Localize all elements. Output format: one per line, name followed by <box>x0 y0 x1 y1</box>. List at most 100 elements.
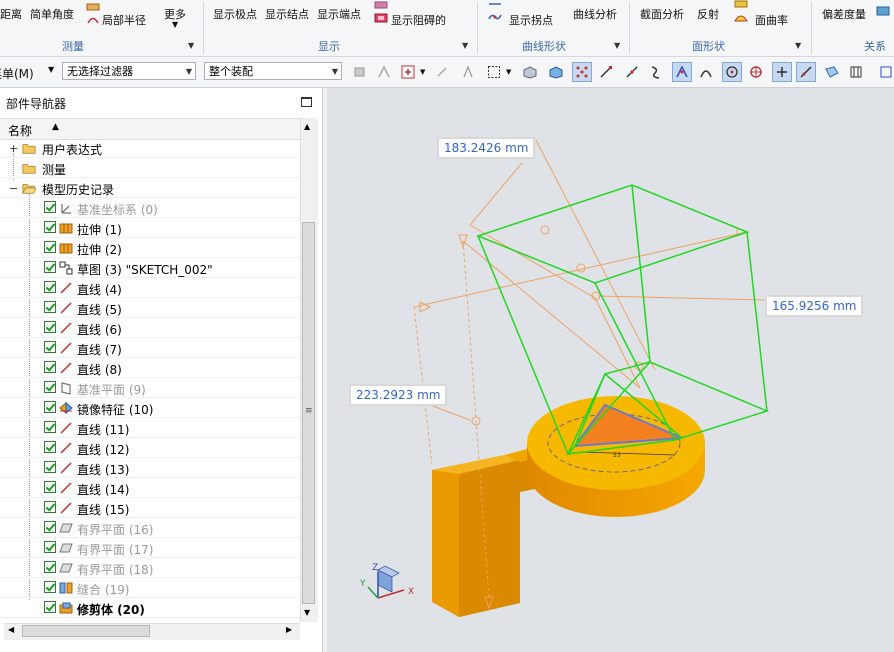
show-blocked-button[interactable]: 显示阻碍的 <box>391 12 446 28</box>
visibility-checkbox[interactable] <box>44 321 56 333</box>
dimension-label-height[interactable]: 223.2923 mm <box>349 384 448 406</box>
arc-center-icon[interactable] <box>696 62 716 82</box>
point-on-face-icon[interactable] <box>822 62 842 82</box>
visibility-checkbox[interactable] <box>44 341 56 353</box>
feature-row-sew-19[interactable]: 缝合 (19) <box>0 578 300 598</box>
select-filter-icon[interactable] <box>398 62 418 82</box>
feature-row-datum-csys[interactable]: 基准坐标系 (0) <box>0 198 300 218</box>
snap-component-icon[interactable] <box>350 62 370 82</box>
visibility-checkbox[interactable] <box>44 221 56 233</box>
select-all-icon[interactable] <box>458 62 478 82</box>
feature-row-bounded-plane-18[interactable]: 有界平面 (18) <box>0 558 300 578</box>
feature-row-line-4[interactable]: 直线 (4) <box>0 278 300 298</box>
model-canvas[interactable]: 53 Z X Y <box>327 88 894 652</box>
feature-row-line-12[interactable]: 直线 (12) <box>0 438 300 458</box>
scroll-left-icon[interactable]: ◀ <box>8 625 14 634</box>
dimension-label-width[interactable]: 165.9256 mm <box>765 295 864 317</box>
menu-caret-icon[interactable]: ▼ <box>48 65 54 74</box>
feature-row-extrude-1[interactable]: 拉伸 (1) <box>0 218 300 238</box>
control-point-icon[interactable] <box>646 62 666 82</box>
show-knots-button[interactable]: 显示结点 <box>265 6 309 22</box>
relation-icon[interactable] <box>876 5 890 17</box>
shaded-cube-icon[interactable] <box>546 62 566 82</box>
curve-tool-icon[interactable] <box>488 0 502 10</box>
quadrant-point-icon[interactable] <box>746 62 766 82</box>
rectangle-select-caret-icon[interactable]: ▼ <box>506 68 511 76</box>
graphics-viewport[interactable]: 53 Z X Y 183.2426 mm 165.9256 mm 223.292… <box>327 88 894 652</box>
show-inflections-button[interactable]: 显示拐点 <box>509 12 553 28</box>
visibility-checkbox[interactable] <box>44 421 56 433</box>
visibility-checkbox[interactable] <box>44 301 56 313</box>
feature-row-extrude-2[interactable]: 拉伸 (2) <box>0 238 300 258</box>
group-display-caret-icon[interactable]: ▼ <box>462 41 468 50</box>
feature-row-line-11[interactable]: 直线 (11) <box>0 418 300 438</box>
point-on-curve-icon[interactable] <box>796 62 816 82</box>
feature-row-mirror-10[interactable]: 镜像特征 (10) <box>0 398 300 418</box>
show-endpoints-button[interactable]: 显示端点 <box>317 6 361 22</box>
distance-button[interactable]: 距离 <box>0 6 22 22</box>
selection-filter-dropdown[interactable]: 无选择过滤器 ▼ <box>62 62 196 80</box>
deviation-gauge-button[interactable]: 偏差度量 <box>822 6 866 22</box>
deselect-icon[interactable] <box>432 62 452 82</box>
tree-item-measurements[interactable]: 测量 <box>0 158 300 178</box>
visibility-checkbox[interactable] <box>44 281 56 293</box>
visibility-checkbox[interactable] <box>44 481 56 493</box>
visibility-checkbox[interactable] <box>44 201 56 213</box>
box-solid-icon[interactable] <box>520 62 540 82</box>
select-filter-caret-icon[interactable]: ▼ <box>420 68 425 76</box>
scroll-up-icon[interactable]: ▲ <box>304 122 310 131</box>
bounded-grid-icon[interactable] <box>846 62 866 82</box>
feature-row-line-13[interactable]: 直线 (13) <box>0 458 300 478</box>
visibility-checkbox[interactable] <box>44 381 56 393</box>
scroll-down-icon[interactable]: ▼ <box>304 608 310 617</box>
feature-row-trim-body-20[interactable]: 修剪体 (20) <box>0 598 300 618</box>
snap-feature-icon[interactable] <box>374 62 394 82</box>
visibility-checkbox[interactable] <box>44 601 56 613</box>
visibility-checkbox[interactable] <box>44 241 56 253</box>
feature-row-line-5[interactable]: 直线 (5) <box>0 298 300 318</box>
expand-icon[interactable]: + <box>9 142 18 155</box>
feature-row-bounded-plane-16[interactable]: 有界平面 (16) <box>0 518 300 538</box>
visibility-checkbox[interactable] <box>44 461 56 473</box>
sort-ascending-icon[interactable]: ▲ <box>52 122 59 132</box>
reflection-button[interactable]: 反射 <box>697 6 719 22</box>
feature-row-line-8[interactable]: 直线 (8) <box>0 358 300 378</box>
visibility-checkbox[interactable] <box>44 561 56 573</box>
mid-point-icon[interactable] <box>622 62 642 82</box>
assembly-scope-dropdown[interactable]: 整个装配 ▼ <box>204 62 342 80</box>
name-column-header[interactable]: 名称 ▲ <box>0 118 300 140</box>
group-measure-caret-icon[interactable]: ▼ <box>188 41 194 50</box>
group-curve-caret-icon[interactable]: ▼ <box>614 41 620 50</box>
visibility-checkbox[interactable] <box>44 521 56 533</box>
tree-item-model-history[interactable]: − 模型历史记录 <box>0 178 300 198</box>
feature-row-bounded-plane-17[interactable]: 有界平面 (17) <box>0 538 300 558</box>
end-point-icon[interactable] <box>596 62 616 82</box>
visibility-checkbox[interactable] <box>44 501 56 513</box>
tree-item-user-expressions[interactable]: + 用户表达式 <box>0 138 300 158</box>
display-tool-icon[interactable] <box>374 0 388 11</box>
scroll-right-icon[interactable]: ▶ <box>286 625 292 634</box>
intersection-point-icon[interactable] <box>672 62 692 82</box>
face-curvature-button[interactable]: 面曲率 <box>755 12 788 28</box>
simple-angle-button[interactable]: 简单角度 <box>30 6 74 22</box>
feature-row-line-15[interactable]: 直线 (15) <box>0 498 300 518</box>
more-caret-icon[interactable]: ▼ <box>172 20 178 29</box>
snap-points-icon[interactable] <box>572 62 592 82</box>
circle-center-icon[interactable] <box>722 62 742 82</box>
visibility-checkbox[interactable] <box>44 581 56 593</box>
maximize-icon[interactable] <box>301 97 312 107</box>
show-poles-button[interactable]: 显示极点 <box>213 6 257 22</box>
feature-row-line-6[interactable]: 直线 (6) <box>0 318 300 338</box>
visibility-checkbox[interactable] <box>44 401 56 413</box>
visibility-checkbox[interactable] <box>44 541 56 553</box>
dimension-label-length[interactable]: 183.2426 mm <box>437 137 536 159</box>
visibility-checkbox[interactable] <box>44 261 56 273</box>
local-radius-button[interactable]: 局部半径 <box>102 12 146 28</box>
feature-row-datum-plane-9[interactable]: 基准平面 (9) <box>0 378 300 398</box>
section-analysis-button[interactable]: 截面分析 <box>640 6 684 22</box>
visibility-checkbox[interactable] <box>44 361 56 373</box>
curve-analysis-button[interactable]: 曲线分析 <box>573 6 617 22</box>
rectangle-select-icon[interactable] <box>484 62 504 82</box>
face-tool-icon[interactable] <box>734 0 748 10</box>
feature-row-line-7[interactable]: 直线 (7) <box>0 338 300 358</box>
